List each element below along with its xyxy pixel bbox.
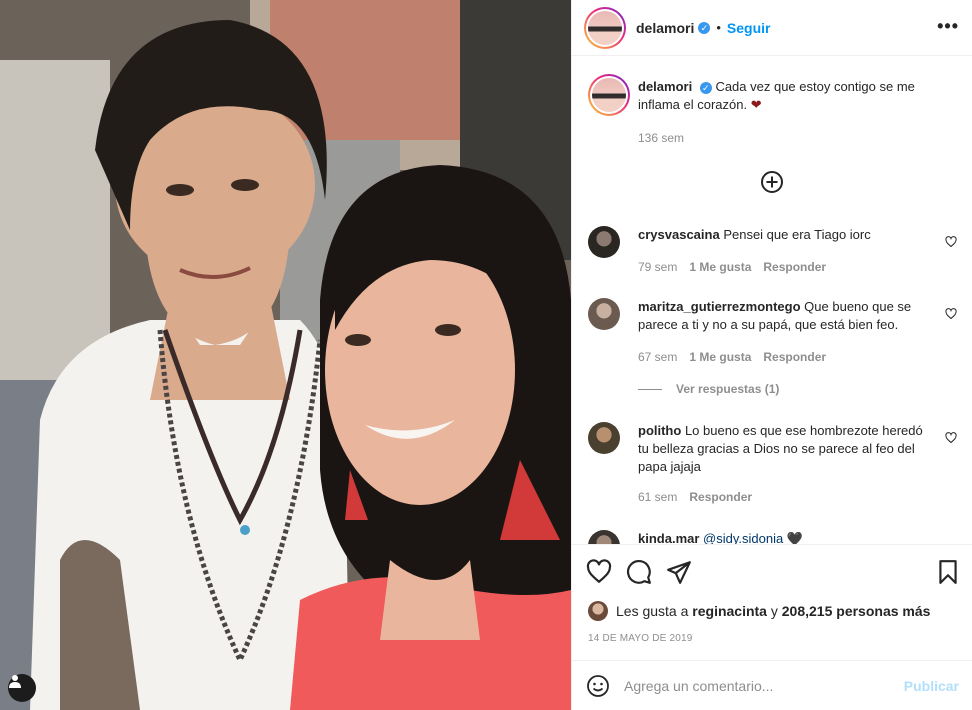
likes-summary: Les gusta a reginacinta y 208,215 person… <box>588 601 930 621</box>
tagged-user-icon[interactable] <box>8 674 36 702</box>
heart-icon[interactable] <box>586 559 612 585</box>
comment-body: crysvascaina Pensei que era Tiago iorc <box>638 226 929 244</box>
post-header: delamori ✓ • Seguir ••• <box>572 0 972 56</box>
comment-likes[interactable]: 1 Me gusta <box>689 350 751 364</box>
author-avatar[interactable] <box>584 6 626 49</box>
caption-body: delamori ✓ Cada vez que estoy contigo se… <box>638 78 929 114</box>
comment-text: Pensei que era Tiago iorc <box>723 227 871 242</box>
commenter-avatar[interactable] <box>588 530 620 544</box>
heart-icon[interactable] <box>945 308 957 320</box>
comments-section[interactable]: delamori ✓ Cada vez que estoy contigo se… <box>572 56 972 544</box>
heart-emoji: ❤ <box>750 97 762 112</box>
caption-time[interactable]: 136 sem <box>638 131 684 145</box>
post-actions: Les gusta a reginacinta y 208,215 person… <box>572 544 972 660</box>
verified-badge-icon: ✓ <box>698 21 711 34</box>
reply-button[interactable]: Responder <box>689 490 752 504</box>
comment-text: @sidy.sidonia 🖤 <box>703 531 804 544</box>
comment-meta: 61 sem Responder <box>638 490 752 504</box>
heart-icon[interactable] <box>945 432 957 444</box>
comment-username[interactable]: maritza_gutierrezmontego <box>638 299 801 314</box>
reply-button[interactable]: Responder <box>763 260 826 274</box>
post-date[interactable]: 14 DE MAYO DE 2019 <box>588 633 693 644</box>
comment-username[interactable]: politho <box>638 423 681 438</box>
follow-button[interactable]: Seguir <box>727 20 771 36</box>
comment-input[interactable] <box>624 677 904 694</box>
caption-row: delamori ✓ Cada vez que estoy contigo se… <box>588 74 957 154</box>
comment-meta: 67 sem 1 Me gusta Responder <box>638 350 826 364</box>
comment-body: kinda.mar @sidy.sidonia 🖤 <box>638 530 929 544</box>
heart-icon[interactable] <box>945 236 957 248</box>
plus-circle-icon[interactable] <box>760 170 784 194</box>
comment-username[interactable]: crysvascaina <box>638 227 720 242</box>
comment-time[interactable]: 67 sem <box>638 350 677 364</box>
comment-username[interactable]: kinda.mar <box>638 531 699 544</box>
post-details-panel: delamori ✓ • Seguir ••• delamori ✓ Cada … <box>571 0 972 710</box>
comment-likes[interactable]: 1 Me gusta <box>689 260 751 274</box>
liker-avatar[interactable] <box>588 601 608 621</box>
likes-count[interactable]: 208,215 personas más <box>782 603 931 619</box>
comment-time[interactable]: 79 sem <box>638 260 677 274</box>
commenter-avatar[interactable] <box>588 422 620 454</box>
commenter-avatar[interactable] <box>588 298 620 330</box>
caption-meta: 136 sem <box>638 131 684 145</box>
likes-connector: y <box>770 603 778 619</box>
share-icon[interactable] <box>666 559 692 585</box>
comment-body: maritza_gutierrezmontego Que bueno que s… <box>638 298 929 334</box>
caption-avatar[interactable] <box>588 74 630 116</box>
comment-row: crysvascaina Pensei que era Tiago iorc 7… <box>588 226 957 276</box>
photo-illustration <box>0 0 571 710</box>
comment-meta: 79 sem 1 Me gusta Responder <box>638 260 826 274</box>
replies-divider <box>638 388 662 390</box>
bookmark-icon[interactable] <box>935 559 961 585</box>
comment-row: maritza_gutierrezmontego Que bueno que s… <box>588 298 957 368</box>
comment-time[interactable]: 61 sem <box>638 490 677 504</box>
person-icon <box>9 675 21 688</box>
comment-body: politho Lo bueno es que ese hombrezote h… <box>638 422 929 476</box>
separator-dot: • <box>716 20 721 35</box>
post-photo[interactable] <box>0 0 571 710</box>
view-replies-label: Ver respuestas (1) <box>676 382 780 396</box>
reply-button[interactable]: Responder <box>763 350 826 364</box>
publish-button[interactable]: Publicar <box>904 678 959 694</box>
likes-prefix: Les gusta a <box>616 603 689 619</box>
more-options-icon[interactable]: ••• <box>937 16 959 37</box>
view-replies-button[interactable]: Ver respuestas (1) <box>638 382 779 396</box>
comment-row: kinda.mar @sidy.sidonia 🖤 <box>588 530 957 544</box>
comment-text: Lo bueno es que ese hombrezote heredó tu… <box>638 423 923 474</box>
author-username[interactable]: delamori <box>636 20 694 36</box>
verified-badge-icon: ✓ <box>699 81 712 94</box>
add-comment-bar: Publicar <box>572 660 972 710</box>
commenter-avatar[interactable] <box>588 226 620 258</box>
comment-row: politho Lo bueno es que ese hombrezote h… <box>588 422 957 512</box>
emoji-icon[interactable] <box>586 674 610 698</box>
comment-icon[interactable] <box>626 559 652 585</box>
liker-username[interactable]: reginacinta <box>692 603 767 619</box>
caption-username[interactable]: delamori <box>638 79 692 94</box>
